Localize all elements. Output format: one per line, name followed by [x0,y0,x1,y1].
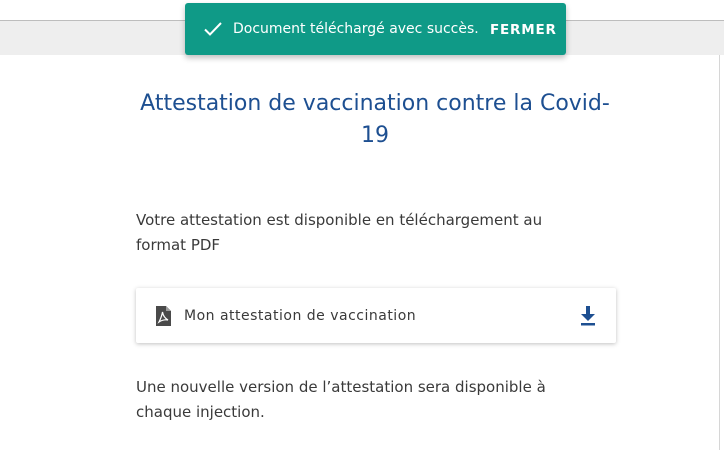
intro-line1: Votre attestation est disponible en télé… [136,211,543,229]
note-line1: Une nouvelle version de l’attestation se… [136,378,546,396]
download-card-label: Mon attestation de vaccination [184,308,417,324]
intro-line2: format PDF [136,236,221,254]
download-icon[interactable] [579,305,597,327]
page-title-line2: 19 [361,123,389,148]
intro-text: Votre attestation est disponible en télé… [136,208,596,258]
page: Document téléchargé avec succès. FERMER … [0,0,724,450]
success-snackbar: Document téléchargé avec succès. FERMER [185,3,566,55]
close-snackbar-button[interactable]: FERMER [490,21,557,39]
note-text: Une nouvelle version de l’attestation se… [136,375,606,425]
page-title-line1: Attestation de vaccination contre la Cov… [140,91,610,116]
page-title: Attestation de vaccination contre la Cov… [130,88,620,152]
note-line2: chaque injection. [136,403,265,421]
scroll-edge [719,55,720,450]
pdf-file-icon [156,306,171,326]
download-attestation-card[interactable]: Mon attestation de vaccination [136,288,616,343]
snackbar-message: Document téléchargé avec succès. [233,21,479,37]
check-icon [204,22,222,36]
